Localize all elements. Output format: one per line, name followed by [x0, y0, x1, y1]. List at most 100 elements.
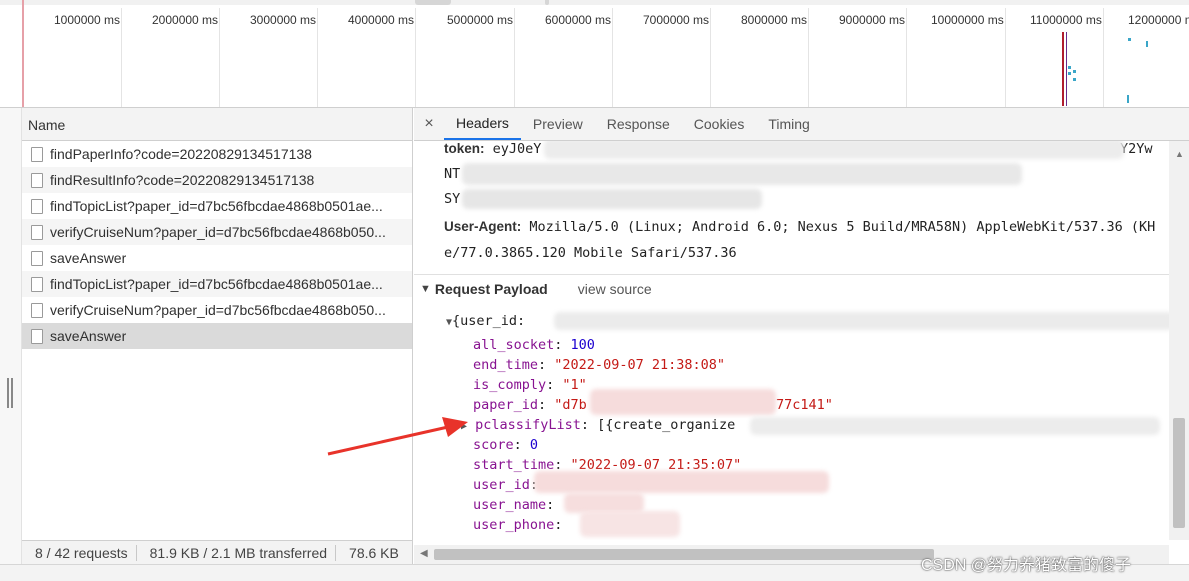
headers-content: token: eyJ0eY Y2Yw NT SY User-Agent: Moz… — [414, 141, 1172, 540]
tick-line — [415, 8, 416, 107]
document-icon — [31, 172, 43, 188]
watermark-text: CSDN @努力养猪致富的傻子 — [921, 557, 1132, 574]
redaction-blur — [750, 417, 1160, 435]
payload-field: score: 0 — [473, 437, 539, 453]
resize-grip[interactable] — [7, 378, 9, 408]
header-name: token: — [444, 141, 485, 156]
token-line-3: SY — [444, 191, 461, 207]
tab-response[interactable]: Response — [595, 107, 682, 140]
timeline-overview[interactable]: 1000000 ms 2000000 ms 3000000 ms 4000000… — [0, 0, 1189, 108]
tab-headers[interactable]: Headers — [444, 107, 521, 140]
resize-grip[interactable] — [11, 378, 13, 408]
payload-field-end: 77c141" — [776, 397, 833, 413]
request-details-panel: × Headers Preview Response Cookies Timin… — [414, 108, 1189, 564]
token-value-end: Y2Yw — [1120, 141, 1153, 157]
request-row[interactable]: findTopicList?paper_id=d7bc56fbcdae4868b… — [22, 271, 412, 297]
request-name: findTopicList?paper_id=d7bc56fbcdae4868b… — [50, 276, 383, 292]
document-icon — [31, 302, 43, 318]
annotation-arrow-icon — [327, 417, 468, 456]
scroll-thumb[interactable] — [434, 549, 934, 560]
tick-label: 4000000 ms — [348, 13, 415, 27]
redaction-blur — [554, 312, 1172, 330]
request-name: findPaperInfo?code=20220829134517138 — [50, 146, 312, 162]
section-title: Request Payload — [434, 280, 548, 297]
close-icon[interactable]: × — [414, 107, 444, 140]
tick-label: 1000000 ms — [54, 13, 121, 27]
redaction-blur — [564, 493, 644, 513]
token-header: token: eyJ0eY — [444, 141, 541, 157]
header-value: Mozilla/5.0 (Linux; Android 6.0; Nexus 5… — [529, 219, 1156, 235]
root-label: {user_id: — [452, 313, 526, 329]
load-event-marker — [1062, 32, 1064, 106]
name-column-header[interactable]: Name — [22, 108, 412, 141]
redaction-blur — [462, 163, 1022, 185]
tick-label: 9000000 ms — [839, 13, 906, 27]
request-row[interactable]: findPaperInfo?code=20220829134517138 — [22, 141, 412, 167]
tab-preview[interactable]: Preview — [521, 107, 595, 140]
activity-mark — [1068, 66, 1071, 69]
redaction-blur — [534, 471, 829, 493]
activity-mark — [1068, 72, 1071, 75]
tick-label: 2000000 ms — [152, 13, 219, 27]
payload-root[interactable]: ▼{user_id: — [446, 313, 525, 329]
request-row[interactable]: saveAnswer — [22, 245, 412, 271]
timeline-left-edge — [22, 0, 24, 107]
payload-field: end_time: "2022-09-07 21:38:08" — [473, 357, 725, 373]
tick-label: 11000000 ms — [1030, 13, 1102, 27]
timeline-range-strip[interactable] — [0, 0, 1189, 5]
drawer-gutter — [0, 108, 22, 564]
scroll-thumb[interactable] — [1173, 418, 1185, 528]
request-name: findTopicList?paper_id=d7bc56fbcdae4868b… — [50, 198, 383, 214]
scroll-up-icon[interactable]: ▲ — [1175, 149, 1184, 159]
tick-label: 5000000 ms — [447, 13, 514, 27]
activity-mark — [1128, 38, 1131, 41]
details-tab-bar: × Headers Preview Response Cookies Timin… — [414, 108, 1189, 141]
payload-field: user_name: — [473, 497, 555, 513]
tick-label: 12000000 ms — [1128, 13, 1189, 27]
activity-mark — [1073, 70, 1076, 73]
tab-cookies[interactable]: Cookies — [682, 107, 757, 140]
tick-line — [612, 8, 613, 107]
document-icon — [31, 328, 43, 344]
request-list-panel: Name findPaperInfo?code=2022082913451713… — [22, 108, 413, 540]
request-row[interactable]: verifyCruiseNum?paper_id=d7bc56fbcdae486… — [22, 297, 412, 323]
user-agent-header: User-Agent: Mozilla/5.0 (Linux; Android … — [444, 219, 1155, 235]
payload-field-collapsed[interactable]: ▶ pclassifyList: [{create_organize — [461, 417, 735, 433]
tick-label: 6000000 ms — [545, 13, 612, 27]
payload-field: user_phone: — [473, 517, 563, 533]
activity-mark — [1127, 95, 1129, 103]
request-row[interactable]: verifyCruiseNum?paper_id=d7bc56fbcdae486… — [22, 219, 412, 245]
request-row-selected[interactable]: saveAnswer — [22, 323, 412, 349]
vertical-scrollbar[interactable]: ▲ — [1169, 141, 1189, 540]
document-icon — [31, 276, 43, 292]
document-icon — [31, 250, 43, 266]
document-icon — [31, 198, 43, 214]
tick-line — [710, 8, 711, 107]
request-name: saveAnswer — [50, 250, 127, 266]
range-handle-right[interactable] — [545, 0, 549, 5]
request-row[interactable]: findResultInfo?code=20220829134517138 — [22, 167, 412, 193]
request-row[interactable]: findTopicList?paper_id=d7bc56fbcdae4868b… — [22, 193, 412, 219]
request-payload-section[interactable]: ▼ Request Payload view source — [414, 274, 1172, 302]
tick-label: 7000000 ms — [643, 13, 710, 27]
tick-line — [219, 8, 220, 107]
tick-line — [1103, 8, 1104, 107]
payload-field: all_socket: 100 — [473, 337, 595, 353]
payload-field: is_comply: "1" — [473, 377, 587, 393]
redaction-blur — [580, 511, 680, 537]
document-icon — [31, 146, 43, 162]
redaction-blur — [462, 189, 762, 209]
request-name: verifyCruiseNum?paper_id=d7bc56fbcdae486… — [50, 224, 386, 240]
range-handle-left[interactable] — [415, 0, 451, 5]
user-agent-continued: e/77.0.3865.120 Mobile Safari/537.36 — [444, 245, 737, 261]
scroll-left-icon[interactable]: ◀ — [420, 548, 428, 559]
transferred-size: 81.9 KB / 2.1 MB transferred — [149, 544, 328, 561]
tab-timing[interactable]: Timing — [756, 107, 822, 140]
view-source-link[interactable]: view source — [578, 281, 652, 297]
activity-mark — [1073, 78, 1076, 81]
activity-mark — [1146, 41, 1148, 47]
header-value: eyJ0eY — [492, 141, 542, 157]
resources-size: 78.6 KB — [349, 544, 399, 561]
request-name: verifyCruiseNum?paper_id=d7bc56fbcdae486… — [50, 302, 386, 318]
tick-line — [1005, 8, 1006, 107]
